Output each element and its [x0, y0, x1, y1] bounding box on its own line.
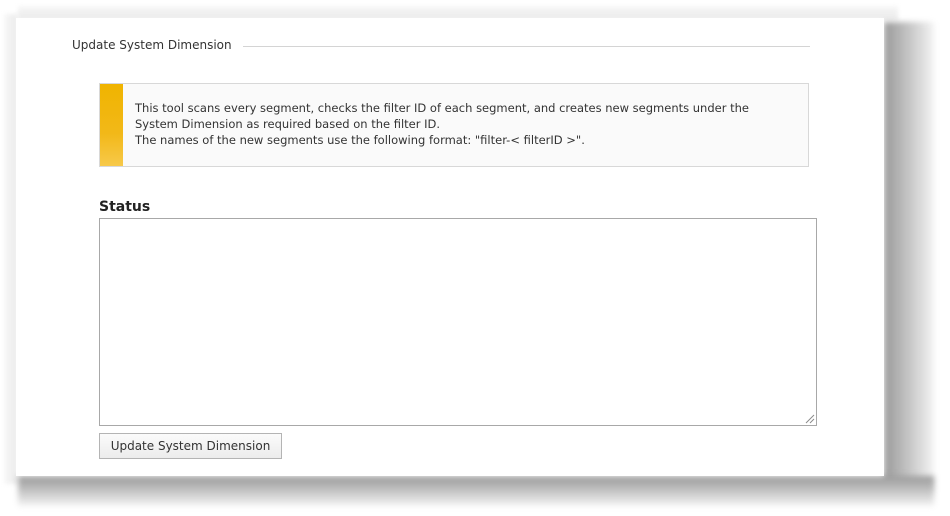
resize-grip-icon[interactable]	[805, 414, 815, 424]
status-textarea[interactable]	[99, 218, 817, 426]
panel-shadow-right	[884, 22, 934, 492]
info-line: The names of the new segments use the fo…	[135, 133, 585, 147]
fieldset-divider	[243, 46, 810, 47]
panel-shadow-bottom	[18, 476, 934, 506]
status-label: Status	[99, 199, 151, 215]
info-text: This tool scans every segment, checks th…	[135, 100, 800, 148]
info-accent-bar	[100, 84, 123, 166]
fieldset-legend: Update System Dimension	[72, 38, 232, 52]
info-line: System Dimension as required based on th…	[135, 117, 441, 131]
info-line: This tool scans every segment, checks th…	[135, 101, 749, 115]
update-system-dimension-button[interactable]: Update System Dimension	[99, 433, 282, 459]
info-box: This tool scans every segment, checks th…	[99, 83, 809, 167]
